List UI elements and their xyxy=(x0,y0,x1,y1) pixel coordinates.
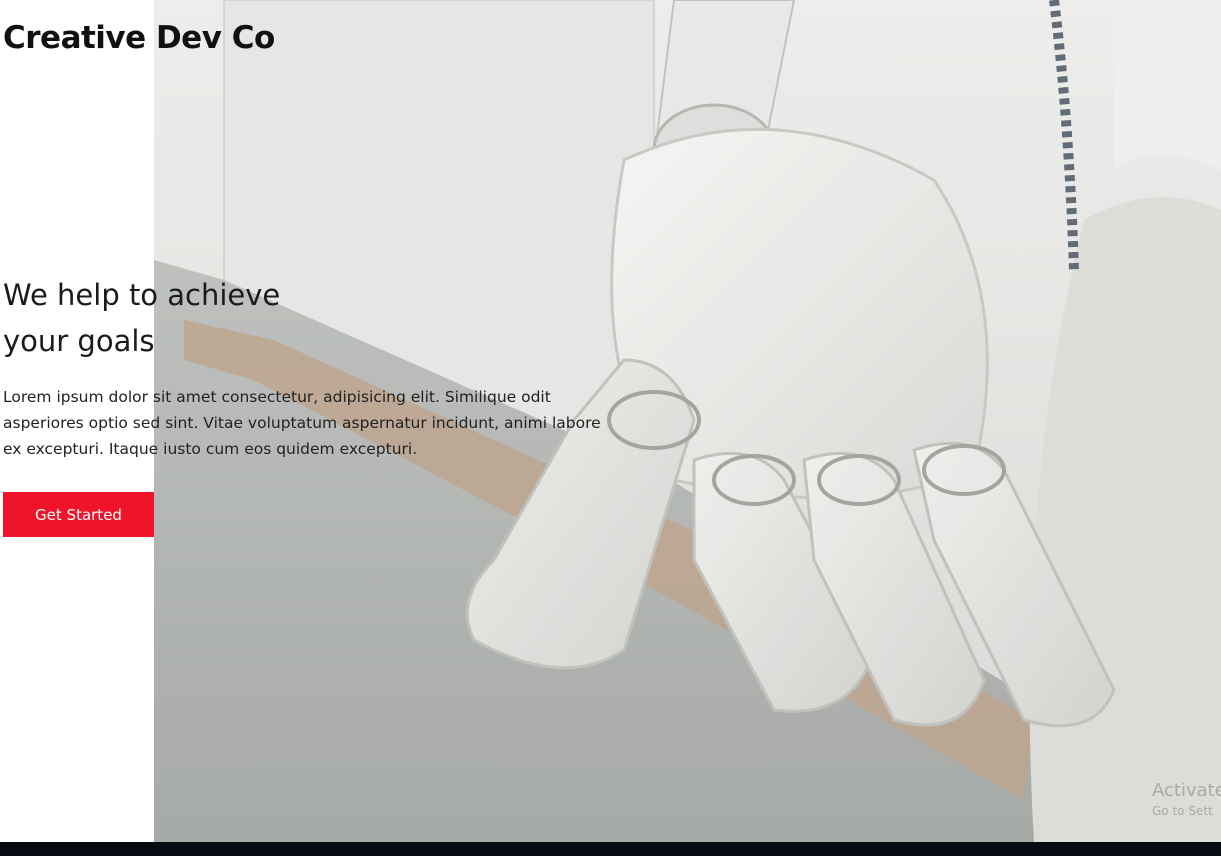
hero-headline-line-2: your goals xyxy=(3,324,155,358)
hero-headline-line-1: We help to achieve xyxy=(3,278,281,312)
brand-logo-text[interactable]: Creative Dev Co xyxy=(3,20,275,56)
landing-page: Creative Dev Co We help to achieve your … xyxy=(0,0,1221,856)
activate-windows-watermark: Activate Go to Sett xyxy=(1152,780,1221,820)
watermark-line-2: Go to Sett xyxy=(1152,804,1213,818)
watermark-line-1: Activate xyxy=(1152,780,1221,801)
get-started-button[interactable]: Get Started xyxy=(3,492,154,537)
hero-description: Lorem ipsum dolor sit amet consectetur, … xyxy=(3,388,601,458)
hero-headline: We help to achieve your goals xyxy=(3,272,423,364)
taskbar-strip xyxy=(0,842,1221,856)
